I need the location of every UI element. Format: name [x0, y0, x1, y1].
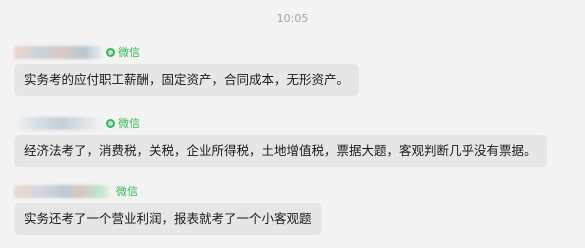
- wechat-source-label: 微信: [116, 185, 138, 198]
- sender-row: 微信: [14, 115, 547, 131]
- wechat-source-tag: 微信: [116, 183, 138, 199]
- sender-name-redacted: [14, 45, 102, 59]
- wechat-source-label: 微信: [118, 117, 140, 130]
- sender-row: 微信: [14, 183, 322, 199]
- sender-row: 微信: [14, 44, 359, 60]
- message-bubble[interactable]: 实务考的应付职工薪酬，固定资产，合同成本，无形资产。: [14, 64, 360, 96]
- chat-message: 微信 经济法考了，消费税，关税，企业所得税，土地增值税，票据大题，客观判断几乎没…: [14, 115, 547, 167]
- wechat-source-tag: 微信: [106, 44, 140, 60]
- chat-message: 微信 实务还考了一个营业利润，报表就考了一个小客观题: [14, 183, 322, 235]
- wechat-source-tag: 微信: [106, 115, 140, 131]
- chat-timestamp: 10:05: [276, 12, 309, 25]
- chat-message: 微信 实务考的应付职工薪酬，固定资产，合同成本，无形资产。: [14, 44, 360, 96]
- sender-name-redacted: [14, 116, 102, 130]
- message-bubble[interactable]: 实务还考了一个营业利润，报表就考了一个小客观题: [14, 203, 322, 235]
- message-bubble[interactable]: 经济法考了，消费税，关税，企业所得税，土地增值税，票据大题，客观判断几乎没有票据…: [14, 135, 547, 167]
- wechat-source-label: 微信: [118, 46, 140, 59]
- wechat-icon: [106, 47, 115, 57]
- wechat-icon: [106, 118, 115, 128]
- sender-name-redacted: [14, 184, 112, 198]
